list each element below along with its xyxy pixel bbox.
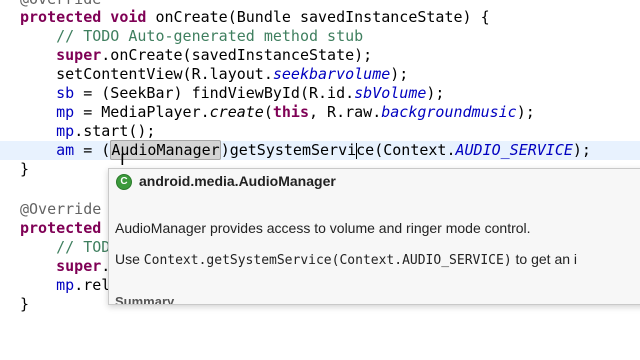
code-text: .onCreate(savedInstanceState);: [101, 46, 373, 64]
code-text: , R.raw.: [309, 103, 382, 121]
keyword: protected void: [20, 8, 147, 26]
code-text: = MediaPlayer.: [74, 103, 210, 121]
code-text: );: [390, 65, 409, 83]
field-name: mp: [56, 276, 75, 294]
code-text: (: [263, 103, 273, 121]
annotation: @Override: [20, 200, 102, 218]
code-text: )getSystemServi: [220, 141, 357, 159]
class-icon: C: [116, 174, 132, 190]
code-text: }: [20, 295, 30, 313]
code-text: );: [516, 103, 535, 121]
popup-header: C android.media.AudioManager: [109, 169, 640, 195]
field-name: sb: [56, 84, 75, 102]
code-line: sb = (SeekBar) findViewById(R.id.sbVolum…: [0, 84, 640, 103]
static-method: create: [209, 103, 264, 121]
javadoc-hover-popup[interactable]: C android.media.AudioManager AudioManage…: [108, 168, 640, 305]
code-line: mp.start();: [0, 122, 640, 141]
code-text: );: [572, 141, 591, 159]
field-name: seekbarvolume: [272, 65, 391, 83]
code-text: .rel: [74, 276, 111, 294]
keyword: super: [56, 257, 102, 275]
usage-prefix: Use: [115, 251, 144, 267]
field-name: sbVolume: [354, 84, 427, 102]
field-name: AUDIO_SERVICE: [455, 141, 573, 159]
code-text: = (SeekBar) findViewById(R.id.: [74, 84, 355, 102]
code-line: super.onCreate(savedInstanceState);: [0, 46, 640, 65]
field-name: mp: [56, 103, 75, 121]
comment: // TODO Auto-generated method stub: [56, 27, 364, 45]
code-text: }: [20, 160, 30, 178]
annotation: @Override: [20, 0, 101, 8]
code-text: );: [426, 84, 445, 102]
keyword: protected: [20, 219, 102, 237]
current-code-line: am = (AudioManager)getSystemService(Cont…: [0, 140, 640, 160]
popup-description: AudioManager provides access to volume a…: [115, 220, 531, 236]
code-text: onCreate(Bundle savedInstanceState) {: [146, 8, 490, 26]
usage-suffix: to get an i: [511, 251, 578, 267]
code-line: mp = MediaPlayer.create(this, R.raw.back…: [0, 103, 640, 122]
code-text: ce(Context.: [356, 141, 456, 159]
code-line: protected void onCreate(Bundle savedInst…: [0, 8, 640, 27]
keyword: this: [272, 103, 309, 121]
field-name: am: [56, 141, 75, 159]
field-name: mp: [56, 122, 75, 140]
popup-usage: Use Context.getSystemService(Context.AUD…: [115, 251, 577, 268]
popup-summary-heading: Summary: [115, 294, 175, 305]
code-line: setContentView(R.layout.seekbarvolume);: [0, 65, 640, 84]
code-text: .start();: [74, 122, 156, 140]
keyword: super: [56, 46, 102, 64]
usage-code: Context.getSystemService(Context.AUDIO_S…: [143, 253, 512, 268]
code-text: setContentView(R.layout.: [56, 65, 273, 83]
code-text: = (: [74, 141, 111, 159]
field-name: backgroundmusic: [381, 103, 517, 121]
popup-class-name[interactable]: android.media.AudioManager: [139, 173, 336, 189]
code-line: // TODO Auto-generated method stub: [0, 27, 640, 46]
mouse-ibeam-cursor: I: [120, 150, 125, 169]
highlighted-type: AudioManager: [110, 140, 221, 160]
